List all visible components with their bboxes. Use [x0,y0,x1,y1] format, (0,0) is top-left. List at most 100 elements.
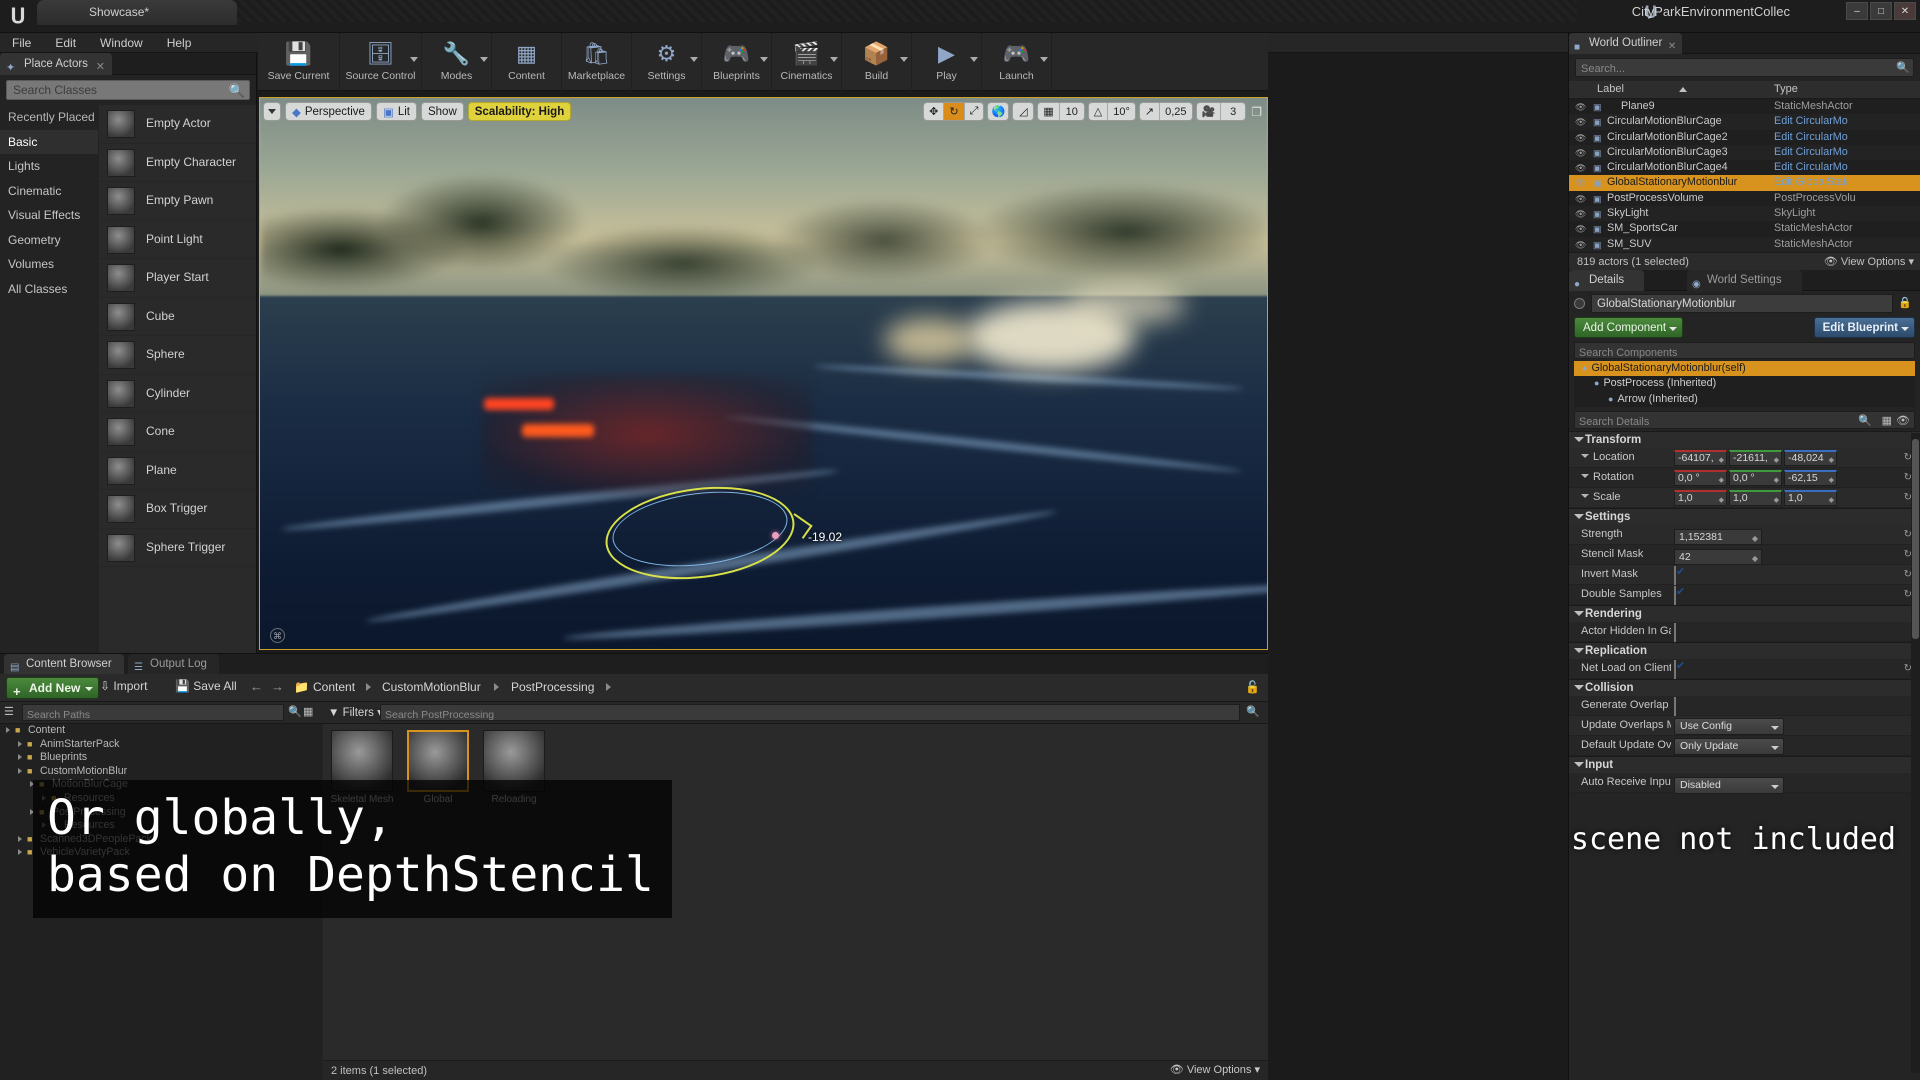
grid-size-value[interactable]: 10 [1060,103,1084,120]
chevron-down-icon[interactable] [690,57,698,62]
spinner-icon[interactable]: ◆ [1752,532,1758,546]
place-actor-item[interactable]: Point Light [99,221,256,260]
eye-icon[interactable]: 👁 [1575,176,1586,191]
chevron-down-icon[interactable] [480,57,488,62]
breadcrumb-custommotionblur[interactable]: CustomMotionBlur [382,680,481,694]
checkbox[interactable] [1674,697,1676,716]
tab-content-browser[interactable]: ▤ Content Browser [4,654,124,674]
vector-y-field[interactable]: 1,0◆ [1729,490,1782,506]
edit-blueprint-button[interactable]: Edit Blueprint [1814,317,1915,338]
tab-output-log[interactable]: ☰ Output Log [128,654,219,674]
angle-snap-icon[interactable]: △ [1089,103,1108,120]
tab-world-settings[interactable]: ◉ World Settings [1687,270,1802,291]
actor-name-field[interactable]: GlobalStationaryMotionblur [1591,294,1893,313]
dropdown[interactable]: Use Config Default [1674,718,1784,735]
checkbox[interactable] [1674,566,1676,585]
eye-icon[interactable]: 👁 [1575,115,1586,130]
expand-triangle-icon[interactable] [1581,474,1589,478]
checkbox[interactable] [1674,623,1676,642]
checkbox[interactable] [1674,660,1676,679]
expand-arrow-icon[interactable] [18,836,22,842]
spinner-icon[interactable]: ◆ [1719,494,1724,507]
chevron-down-icon[interactable] [760,57,768,62]
place-actor-item[interactable]: Empty Pawn [99,182,256,221]
menu-window[interactable]: Window [88,33,155,53]
translate-icon[interactable]: ✥ [924,103,944,120]
folder-tree-row[interactable]: ■AnimStarterPack [0,738,322,752]
filters-button[interactable]: ▼ Filters ▾ [328,705,383,719]
surface-snap-icon[interactable]: ◿ [1012,102,1034,121]
section-header-rendering[interactable]: Rendering [1569,605,1920,622]
place-actor-item[interactable]: Empty Character [99,144,256,183]
outliner-row[interactable]: 👁▣Plane9StaticMeshActor [1569,99,1920,114]
vector-x-field[interactable]: 1,0◆ [1674,490,1727,506]
save-all-button[interactable]: 💾 Save All [175,679,237,693]
category-all-classes[interactable]: All Classes [0,277,98,302]
forward-arrow-icon[interactable]: → [271,679,284,694]
view-type-button[interactable]: ◆ Perspective [285,102,372,121]
camera-speed-icon[interactable]: 🎥 [1197,103,1222,120]
minimize-button[interactable]: – [1846,2,1868,20]
spinner-icon[interactable]: ◆ [1829,454,1834,467]
dropdown[interactable]: Only Update Movable [1674,738,1784,755]
outliner-row[interactable]: 👁▣CircularMotionBlurCage3Edit CircularMo [1569,145,1920,160]
spinner-icon[interactable]: ◆ [1829,494,1834,507]
breadcrumb-content[interactable]: Content [313,680,355,694]
lock-icon[interactable]: 🔒 [1898,296,1912,309]
vector-x-field[interactable]: 0,0 °◆ [1674,470,1727,486]
tab-world-outliner[interactable]: ■ World Outliner ✕ [1569,33,1682,54]
section-header-replication[interactable]: Replication [1569,642,1920,659]
place-actor-item[interactable]: Plane [99,452,256,491]
gizmo-pivot[interactable] [772,532,779,539]
place-actor-item[interactable]: Cone [99,413,256,452]
vector-y-field[interactable]: 0,0 °◆ [1729,470,1782,486]
eye-icon[interactable]: 👁 [1575,238,1586,253]
rotate-icon[interactable]: ↻ [944,103,964,120]
scale-snap-icon[interactable]: ↗ [1140,103,1160,120]
show-menu-button[interactable]: Show [421,102,464,121]
toolbar-play[interactable]: ▶Play [912,33,982,91]
outliner-row[interactable]: 👁▣SkyLightSkyLight [1569,206,1920,221]
grid-icon[interactable]: ▦ [1038,103,1059,120]
chevron-down-icon[interactable] [900,57,908,62]
chevron-down-icon[interactable] [410,57,418,62]
text-field[interactable]: 1,152381◆ [1674,529,1762,545]
details-scroll-thumb[interactable] [1912,439,1919,639]
column-label[interactable]: Label [1597,83,1624,95]
category-volumes[interactable]: Volumes [0,252,98,277]
expand-triangle-icon[interactable] [1581,494,1589,498]
column-type[interactable]: Type [1774,83,1798,95]
angle-size-value[interactable]: 10° [1108,103,1135,120]
tab-details[interactable]: ● Details [1569,270,1644,291]
category-geometry[interactable]: Geometry [0,228,98,253]
expand-arrow-icon[interactable] [18,741,22,747]
outliner-row[interactable]: 👁▣PostProcessVolumePostProcessVolu [1569,191,1920,206]
chevron-down-icon[interactable] [1040,57,1048,62]
spinner-icon[interactable]: ◆ [1829,474,1834,487]
vector-y-field[interactable]: -21611,◆ [1729,450,1782,466]
close-icon[interactable]: ✕ [1668,36,1676,57]
outliner-row-type[interactable]: Edit CircularMo [1774,114,1848,129]
text-field[interactable]: 42◆ [1674,549,1762,565]
vector-z-field[interactable]: -62,15◆ [1784,470,1837,486]
eye-icon[interactable]: 👁 [1575,161,1586,176]
outliner-row-type[interactable]: Edit CircularMo [1774,145,1848,160]
dropdown[interactable]: Disabled [1674,777,1784,794]
chevron-down-icon[interactable] [970,57,978,62]
toolbar-blueprints[interactable]: 🎮Blueprints [702,33,772,91]
scale-size-value[interactable]: 0,25 [1160,103,1191,120]
component-row[interactable]: ●Arrow (Inherited) [1574,392,1915,408]
eye-icon[interactable]: 👁 [1575,100,1586,115]
category-visual-effects[interactable]: Visual Effects [0,203,98,228]
eye-icon[interactable]: 👁 [1575,207,1586,222]
place-actor-item[interactable]: Cylinder [99,375,256,414]
menu-file[interactable]: File [0,33,43,53]
components-search-input[interactable] [1575,345,1914,360]
eye-icon[interactable]: 👁 [1575,146,1586,161]
category-basic[interactable]: Basic [0,130,98,155]
category-recently-placed[interactable]: Recently Placed [0,105,98,130]
folder-tree-row[interactable]: ■Blueprints [0,751,322,765]
maximize-button[interactable]: □ [1870,2,1892,20]
place-actor-item[interactable]: Box Trigger [99,490,256,529]
expand-arrow-icon[interactable] [18,768,22,774]
